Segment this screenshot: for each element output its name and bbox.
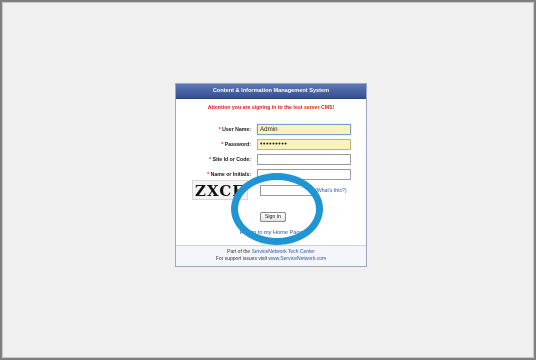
site-id-label-text: Site Id or Code: <box>212 157 251 163</box>
username-label-text: User Name: <box>222 127 251 133</box>
name-initials-input[interactable] <box>257 169 351 180</box>
password-label-text: Password: <box>224 142 251 148</box>
footer-line-2: For support issues visit www.ServiceNetw… <box>176 256 366 263</box>
site-id-input[interactable] <box>257 154 351 165</box>
username-row: * User Name: <box>176 124 366 137</box>
login-panel: Content & Information Management System … <box>175 83 367 267</box>
name-initials-label: * Name or Initials: <box>176 172 251 178</box>
password-label: * Password: <box>176 142 251 148</box>
test-server-warning: Attention you are signing in to the test… <box>207 105 335 111</box>
required-mark: * <box>218 127 221 133</box>
sign-in-button[interactable]: Sign In <box>260 212 286 222</box>
site-id-label: * Site Id or Code: <box>176 157 251 163</box>
tech-center-link[interactable]: ServiceNetwork Tech Center <box>252 249 315 255</box>
panel-footer: Part of the ServiceNetwork Tech Center F… <box>176 245 366 266</box>
panel-title: Content & Information Management System <box>176 84 366 99</box>
required-mark: * <box>221 142 224 148</box>
footer-text: For support issues visit <box>215 255 269 262</box>
username-label: * User Name: <box>176 127 251 133</box>
window-frame: Content & Information Management System … <box>2 2 534 358</box>
home-page-link[interactable]: Return to my Home Page <box>176 230 366 236</box>
site-id-row: * Site Id or Code: <box>176 154 366 167</box>
captcha-input[interactable] <box>260 185 312 196</box>
name-initials-label-text: Name or Initials: <box>210 172 251 178</box>
password-input[interactable] <box>257 139 351 150</box>
password-row: * Password: <box>176 139 366 152</box>
footer-text: Part of the <box>227 249 252 255</box>
whats-this-link[interactable]: (What's this?) <box>315 188 347 194</box>
captcha-image: ZXCF <box>192 180 248 200</box>
support-site-link[interactable]: www.ServiceNetwork.com <box>268 256 326 262</box>
required-mark: * <box>209 157 212 163</box>
username-input[interactable] <box>257 124 351 135</box>
required-mark: * <box>207 172 210 178</box>
